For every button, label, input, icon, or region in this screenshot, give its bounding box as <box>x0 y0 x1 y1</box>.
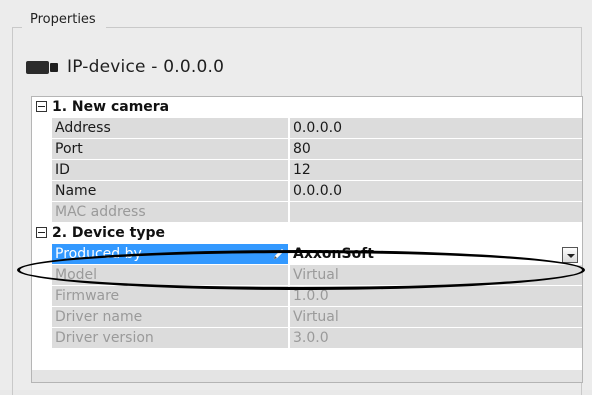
property-name: Name <box>52 181 289 202</box>
property-value[interactable]: 12 <box>290 160 582 181</box>
property-name: MAC address <box>52 202 289 223</box>
manufacturer-dropdown[interactable]: AxxonSoft <box>290 244 582 265</box>
collapse-toggle-icon[interactable] <box>36 101 47 112</box>
device-title: IP-device - 0.0.0.0 <box>67 57 225 77</box>
device-header: IP-device - 0.0.0.0 <box>26 56 224 78</box>
property-grid[interactable]: 1. New camera Address 0.0.0.0 Port 80 ID… <box>31 96 583 383</box>
section-label: 2. Device type <box>52 225 165 241</box>
property-row-mac-address: MAC address <box>32 202 582 223</box>
property-name[interactable]: Produced by <box>52 244 289 265</box>
property-row-driver-name: Driver name Virtual <box>32 307 582 328</box>
property-value: Virtual <box>290 265 582 286</box>
property-value: Virtual <box>290 307 582 328</box>
section-new-camera[interactable]: 1. New camera <box>32 97 582 118</box>
property-name-text: Produced by <box>55 246 142 262</box>
property-row-produced-by[interactable]: Produced by AxxonSoft <box>32 244 582 265</box>
property-row-port[interactable]: Port 80 <box>32 139 582 160</box>
property-value: 3.0.0 <box>290 328 582 349</box>
camera-icon <box>26 59 59 75</box>
manufacturer-value: AxxonSoft <box>293 246 374 262</box>
property-row-id[interactable]: ID 12 <box>32 160 582 181</box>
edit-pencil-icon <box>273 248 285 260</box>
property-name: Address <box>52 118 289 139</box>
property-value[interactable]: 80 <box>290 139 582 160</box>
properties-group-title: Properties <box>22 10 106 30</box>
property-value: 1.0.0 <box>290 286 582 307</box>
collapse-toggle-icon[interactable] <box>36 227 47 238</box>
property-name: Port <box>52 139 289 160</box>
property-value[interactable]: 0.0.0.0 <box>290 181 582 202</box>
section-device-type[interactable]: 2. Device type <box>32 223 582 244</box>
property-row-address[interactable]: Address 0.0.0.0 <box>32 118 582 139</box>
property-row-model: Model Virtual <box>32 265 582 286</box>
property-row-name[interactable]: Name 0.0.0.0 <box>32 181 582 202</box>
property-name: Driver name <box>52 307 289 328</box>
property-row-firmware: Firmware 1.0.0 <box>32 286 582 307</box>
properties-window: Properties IP-device - 0.0.0.0 1. New ca… <box>0 0 592 395</box>
section-label: 1. New camera <box>52 99 170 115</box>
property-value[interactable]: 0.0.0.0 <box>290 118 582 139</box>
property-name: Model <box>52 265 289 286</box>
property-row-driver-version: Driver version 3.0.0 <box>32 328 582 349</box>
property-name: ID <box>52 160 289 181</box>
property-value <box>290 202 582 223</box>
grid-empty-area <box>32 370 582 382</box>
property-name: Driver version <box>52 328 289 349</box>
dropdown-arrow-icon[interactable] <box>562 247 578 263</box>
property-name: Firmware <box>52 286 289 307</box>
